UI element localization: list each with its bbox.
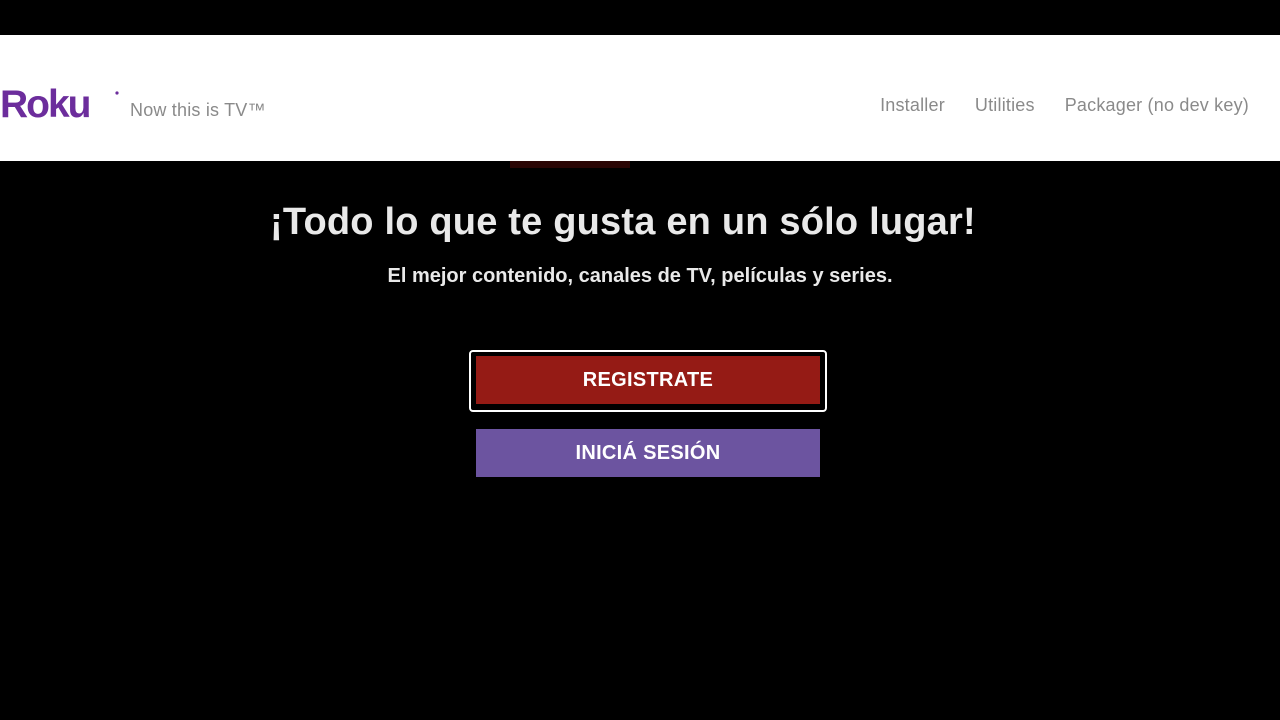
login-button[interactable]: INICIÁ SESIÓN [476, 429, 820, 477]
headline-container: ¡Todo lo que te gusta en un sólo lugar! [270, 201, 976, 244]
nav-installer-link[interactable]: Installer [880, 95, 945, 116]
roku-app-screen: Roku Now this is TV™ Installer Utilities… [0, 0, 1280, 720]
roku-logo: Roku [0, 84, 119, 120]
roku-tagline: Now this is TV™ [130, 100, 266, 120]
roku-dev-nav: Installer Utilities Packager (no dev key… [880, 95, 1249, 116]
nav-packager-link[interactable]: Packager (no dev key) [1065, 95, 1249, 116]
subheadline-container: El mejor contenido, canales de TV, pelíc… [340, 265, 940, 288]
svg-text:Roku: Roku [0, 84, 90, 120]
page-subheadline: El mejor contenido, canales de TV, pelíc… [387, 265, 893, 287]
nav-utilities-link[interactable]: Utilities [975, 95, 1035, 116]
register-button[interactable]: REGISTRATE [476, 356, 820, 404]
page-headline: ¡Todo lo que te gusta en un sólo lugar! [270, 201, 976, 243]
